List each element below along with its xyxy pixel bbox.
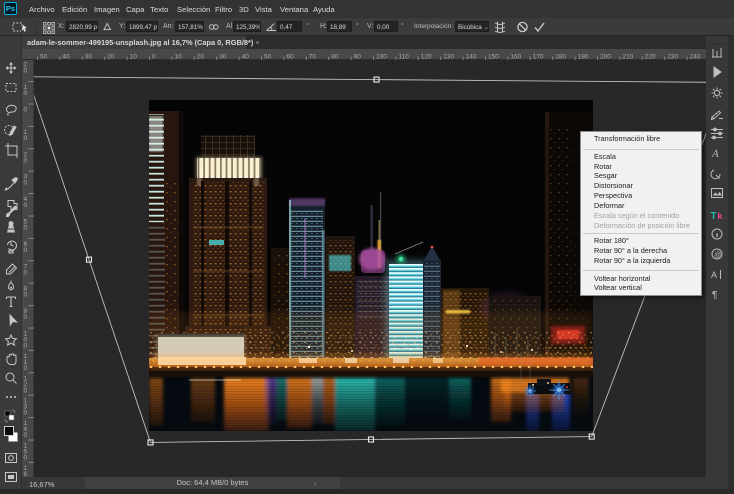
svg-text:100: 100 [24, 331, 28, 350]
svg-text:@: @ [714, 252, 721, 259]
svg-text:10: 10 [24, 129, 28, 142]
svg-text:90: 90 [24, 308, 28, 321]
svg-text:T: T [711, 211, 717, 222]
svg-text:60: 60 [24, 241, 28, 254]
svg-text:120: 120 [24, 375, 28, 394]
svg-text:A: A [711, 148, 719, 160]
svg-text:40: 40 [24, 196, 28, 209]
svg-text:140: 140 [24, 420, 28, 439]
svg-text:¶: ¶ [712, 290, 717, 301]
svg-text:10: 10 [24, 84, 28, 97]
svg-text:20: 20 [24, 151, 28, 164]
svg-text:110: 110 [24, 353, 28, 372]
svg-text:0: 0 [24, 107, 28, 114]
svg-text:A: A [711, 270, 717, 280]
svg-text:150: 150 [24, 443, 28, 462]
svg-text:80: 80 [24, 286, 28, 299]
svg-text:20: 20 [24, 62, 28, 75]
svg-text:k: k [718, 211, 724, 221]
svg-text:50: 50 [24, 219, 28, 232]
svg-text:30: 30 [24, 174, 28, 187]
svg-text:70: 70 [24, 263, 28, 276]
svg-text:130: 130 [24, 398, 28, 417]
svg-text:160: 160 [24, 465, 28, 477]
